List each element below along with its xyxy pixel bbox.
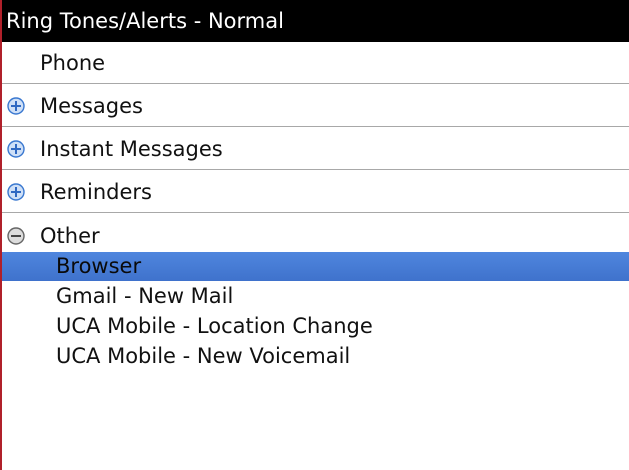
list-item-label: UCA Mobile - New Voicemail <box>56 344 351 368</box>
group-label: Phone <box>40 51 106 75</box>
ring-tones-screen: Ring Tones/Alerts - Normal Phone Message… <box>0 0 629 470</box>
list-item-uca-location-change[interactable]: UCA Mobile - Location Change <box>2 312 629 341</box>
group-label: Reminders <box>40 180 152 204</box>
group-messages[interactable]: Messages <box>2 85 629 127</box>
list-item-browser[interactable]: Browser <box>2 252 629 281</box>
group-reminders[interactable]: Reminders <box>2 171 629 213</box>
screen-title: Ring Tones/Alerts - Normal <box>2 0 629 42</box>
list-item-gmail-new-mail[interactable]: Gmail - New Mail <box>2 282 629 311</box>
expand-plus-icon[interactable] <box>7 183 25 201</box>
list-item-label: Browser <box>56 254 142 278</box>
group-other[interactable]: Other <box>2 214 629 252</box>
expand-plus-icon[interactable] <box>7 97 25 115</box>
list-item-label: Gmail - New Mail <box>56 284 234 308</box>
expand-plus-icon[interactable] <box>7 140 25 158</box>
group-instant-messages[interactable]: Instant Messages <box>2 128 629 170</box>
group-label: Messages <box>40 94 143 118</box>
group-label: Instant Messages <box>40 137 223 161</box>
collapse-minus-icon[interactable] <box>7 227 25 245</box>
list-item-label: UCA Mobile - Location Change <box>56 314 373 338</box>
group-phone[interactable]: Phone <box>2 42 629 84</box>
list-item-uca-new-voicemail[interactable]: UCA Mobile - New Voicemail <box>2 342 629 371</box>
